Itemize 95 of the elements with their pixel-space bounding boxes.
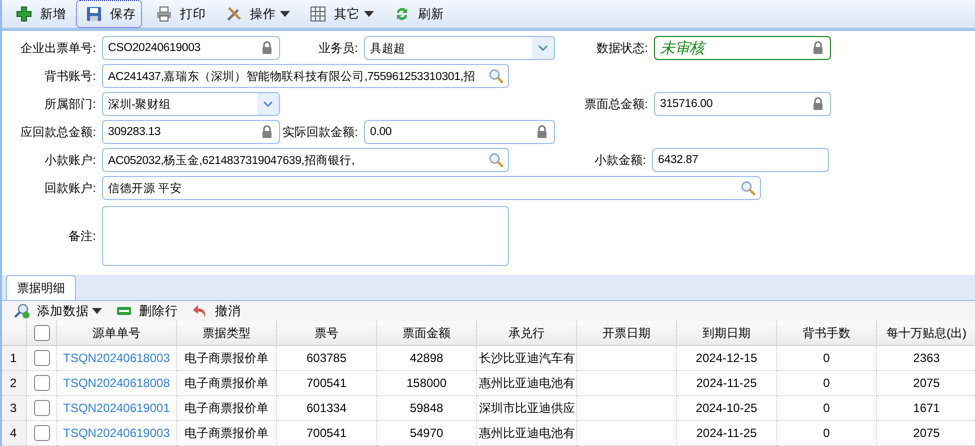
undo-icon <box>192 303 208 319</box>
table-cell: 2024-12-15 <box>677 346 777 371</box>
field-label: 业务员: <box>318 40 359 56</box>
printer-icon <box>156 6 172 22</box>
table-cell: 0 <box>777 396 877 421</box>
field-label: 背书账号: <box>44 68 97 84</box>
table-cell: 0 <box>777 371 877 396</box>
table-cell: 电子商票报价单 <box>177 371 277 396</box>
column-header[interactable]: 源单单号 <box>57 321 177 346</box>
table-cell: 深圳市比亚迪供应 <box>477 396 577 421</box>
column-header[interactable]: 到期日期 <box>677 321 777 346</box>
row-number: 2 <box>2 371 27 396</box>
input-field[interactable]: 6432.87 <box>652 148 829 172</box>
add-search-icon <box>14 303 30 319</box>
row-number: 4 <box>2 421 27 446</box>
table-cell: 700541 <box>277 421 377 446</box>
field-label: 回款账户: <box>44 180 97 196</box>
input-field[interactable]: 深圳-聚财组 <box>102 92 280 116</box>
grid-toolbar-button[interactable]: 添加数据 <box>8 302 104 320</box>
grid-toolbar-button[interactable]: 删除行 <box>110 302 180 320</box>
toolbar-button[interactable]: 其它 <box>300 0 380 28</box>
table-cell: 700541 <box>277 371 377 396</box>
table-cell: 158000 <box>377 371 477 396</box>
toolbar-button[interactable]: 打印 <box>146 0 212 28</box>
toolbar-button[interactable]: 刷新 <box>384 0 450 28</box>
grid-icon <box>310 6 326 22</box>
field-label: 实际回款金额: <box>282 124 359 140</box>
status-field[interactable]: 未审核 <box>654 36 831 60</box>
source-link[interactable]: TSQN20240618008 <box>57 371 177 396</box>
input-field[interactable]: AC241437,嘉瑞东（深圳）智能物联科技有限公司,755961253310301,招 <box>102 64 509 88</box>
row-number: 3 <box>2 396 27 421</box>
checkbox[interactable] <box>34 375 50 391</box>
column-header[interactable]: 承兑行 <box>477 321 577 346</box>
refresh-icon <box>394 6 410 22</box>
field-label: 应回款总金额: <box>20 124 97 140</box>
input-field[interactable]: 具超超 <box>364 36 555 60</box>
remarks-field[interactable] <box>102 206 509 266</box>
source-link[interactable]: TSQN20240618003 <box>57 346 177 371</box>
field-label: 数据状态: <box>596 40 649 56</box>
input-field[interactable]: CSO20240619003 <box>102 36 280 60</box>
table-cell: 2024-11-25 <box>677 371 777 396</box>
plus-icon <box>16 6 32 22</box>
dropdown-button[interactable] <box>532 37 554 59</box>
table-cell: 惠州比亚迪电池有 <box>477 421 577 446</box>
table-cell: 0 <box>777 421 877 446</box>
search-icon[interactable] <box>488 68 504 84</box>
table-cell: 电子商票报价单 <box>177 421 277 446</box>
input-field[interactable]: AC052032,杨玉金,6214837319047639,招商银行, <box>102 148 509 172</box>
source-link[interactable]: TSQN20240619001 <box>57 396 177 421</box>
source-link[interactable]: TSQN20240619003 <box>57 421 177 446</box>
tools-icon <box>226 6 242 22</box>
checkbox[interactable] <box>34 425 50 441</box>
table-cell: 601334 <box>277 396 377 421</box>
table-cell: 603785 <box>277 346 377 371</box>
field-label: 企业出票单号: <box>20 40 97 56</box>
column-header[interactable]: 票据类型 <box>177 321 277 346</box>
dropdown-button[interactable] <box>257 93 279 115</box>
input-field[interactable]: 315716.00 <box>654 92 831 116</box>
chevron-icon <box>263 101 273 107</box>
tab[interactable]: 票据明细 <box>6 275 76 300</box>
field-label: 小款账户: <box>44 152 97 168</box>
chevron-icon <box>538 45 548 51</box>
save-icon <box>86 6 102 22</box>
table-cell: 0 <box>777 346 877 371</box>
field-label: 票面总金额: <box>584 96 649 112</box>
checkbox[interactable] <box>34 325 50 341</box>
input-field[interactable]: 0.00 <box>364 120 555 144</box>
search-icon[interactable] <box>488 152 504 168</box>
table-cell: 惠州比亚迪电池有 <box>477 371 577 396</box>
toolbar-button[interactable]: 保存 <box>76 0 142 28</box>
table-cell: 电子商票报价单 <box>177 346 277 371</box>
column-header[interactable]: 每十万贴息(出) <box>877 321 975 346</box>
row-number: 1 <box>2 346 27 371</box>
table-cell: 电子商票报价单 <box>177 396 277 421</box>
table-cell: 2024-10-25 <box>677 396 777 421</box>
toolbar-button[interactable]: 操作 <box>216 0 296 28</box>
table-cell: 2024-11-25 <box>677 421 777 446</box>
field-label: 所属部门: <box>44 96 97 112</box>
table-cell: 59848 <box>377 396 477 421</box>
table-cell: 54970 <box>377 421 477 446</box>
table-cell: 42898 <box>377 346 477 371</box>
table-cell: 长沙比亚迪汽车有 <box>477 346 577 371</box>
search-icon[interactable] <box>740 180 756 196</box>
column-header[interactable]: 开票日期 <box>577 321 677 346</box>
checkbox[interactable] <box>34 400 50 416</box>
field-label: 备注: <box>68 228 97 244</box>
field-label: 小款金额: <box>594 152 647 168</box>
column-header[interactable]: 背书手数 <box>777 321 877 346</box>
column-header[interactable]: 票号 <box>277 321 377 346</box>
checkbox[interactable] <box>34 350 50 366</box>
grid-toolbar-button[interactable]: 撤消 <box>186 302 243 320</box>
column-header[interactable]: 票面金额 <box>377 321 477 346</box>
input-field[interactable]: 信德开源 平安 <box>102 176 761 200</box>
input-field[interactable]: 309283.13 <box>102 120 280 144</box>
toolbar-button[interactable]: 新增 <box>6 0 72 28</box>
